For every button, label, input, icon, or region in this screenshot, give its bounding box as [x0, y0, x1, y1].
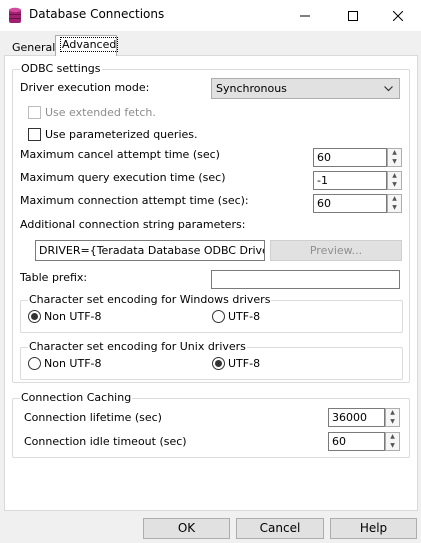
connection-idle-spinner[interactable]: ▲ ▼	[385, 432, 400, 451]
spin-up-icon[interactable]: ▲	[386, 409, 399, 417]
max-cancel-label: Maximum cancel attempt time (sec)	[20, 148, 220, 161]
windows-utf8-radio[interactable]	[212, 310, 225, 323]
ok-button[interactable]: OK	[143, 518, 230, 539]
connection-caching-title: Connection Caching	[20, 391, 133, 404]
spin-down-icon[interactable]: ▼	[386, 418, 399, 426]
window-title: Database Connections	[29, 7, 165, 21]
unix-utf8-radio[interactable]	[212, 357, 225, 370]
preview-button[interactable]: Preview...	[270, 240, 402, 261]
use-extended-fetch-label: Use extended fetch.	[45, 106, 156, 119]
windows-non-utf8-radio[interactable]	[28, 310, 41, 323]
minimize-icon	[300, 15, 310, 16]
connection-lifetime-input[interactable]: 36000	[328, 408, 385, 427]
additional-params-input[interactable]: DRIVER={Teradata Database ODBC Driver 16	[35, 240, 265, 261]
max-cancel-spinner[interactable]: ▲ ▼	[387, 148, 402, 167]
odbc-settings-title: ODBC settings	[20, 62, 102, 75]
max-connection-input[interactable]: 60	[313, 194, 387, 213]
connection-idle-label: Connection idle timeout (sec)	[24, 435, 187, 448]
connection-lifetime-label: Connection lifetime (sec)	[24, 411, 162, 424]
max-cancel-input[interactable]: 60	[313, 148, 387, 167]
spin-down-icon[interactable]: ▼	[386, 442, 399, 450]
additional-params-label: Additional connection string parameters:	[20, 218, 246, 231]
database-icon	[8, 7, 22, 24]
connection-lifetime-spinner[interactable]: ▲ ▼	[385, 408, 400, 427]
windows-encoding-title: Character set encoding for Windows drive…	[28, 293, 272, 306]
tab-advanced-label: Advanced	[60, 37, 119, 52]
close-button[interactable]	[375, 0, 421, 31]
use-extended-fetch-checkbox[interactable]	[28, 106, 41, 119]
radio-selected-dot	[31, 313, 38, 320]
table-prefix-label: Table prefix:	[20, 271, 88, 284]
driver-mode-select[interactable]: Synchronous	[211, 78, 400, 99]
close-icon	[393, 10, 403, 21]
cancel-button[interactable]: Cancel	[236, 518, 324, 539]
spin-down-icon[interactable]: ▼	[388, 181, 401, 189]
max-connection-spinner[interactable]: ▲ ▼	[387, 194, 402, 213]
spin-up-icon[interactable]: ▲	[388, 172, 401, 180]
driver-mode-label: Driver execution mode:	[20, 81, 150, 94]
title-bar: Database Connections	[0, 0, 421, 31]
use-parameterized-queries-checkbox[interactable]	[28, 128, 41, 141]
unix-non-utf8-radio[interactable]	[28, 357, 41, 370]
help-button[interactable]: Help	[330, 518, 417, 539]
spin-up-icon[interactable]: ▲	[388, 149, 401, 157]
unix-non-utf8-label: Non UTF-8	[44, 357, 102, 370]
connection-idle-input[interactable]: 60	[328, 432, 385, 451]
max-query-spinner[interactable]: ▲ ▼	[387, 171, 402, 190]
radio-selected-dot	[215, 360, 222, 367]
maximize-button[interactable]	[330, 0, 376, 31]
spin-up-icon[interactable]: ▲	[388, 195, 401, 203]
windows-non-utf8-label: Non UTF-8	[44, 310, 102, 323]
use-parameterized-queries-label: Use parameterized queries.	[45, 128, 198, 141]
unix-utf8-label: UTF-8	[228, 357, 261, 370]
spin-down-icon[interactable]: ▼	[388, 158, 401, 166]
table-prefix-input[interactable]	[211, 270, 400, 289]
max-connection-label: Maximum connection attempt time (sec):	[20, 194, 249, 207]
tab-advanced[interactable]: Advanced	[55, 35, 119, 56]
max-query-input[interactable]: -1	[313, 171, 387, 190]
max-query-label: Maximum query execution time (sec)	[20, 171, 226, 184]
spin-up-icon[interactable]: ▲	[386, 433, 399, 441]
driver-mode-value: Synchronous	[216, 82, 287, 95]
unix-encoding-title: Character set encoding for Unix drivers	[28, 340, 247, 353]
spin-down-icon[interactable]: ▼	[388, 204, 401, 212]
maximize-icon	[348, 10, 358, 21]
minimize-button[interactable]	[282, 0, 328, 31]
windows-utf8-label: UTF-8	[228, 310, 261, 323]
chevron-down-icon	[384, 86, 393, 92]
